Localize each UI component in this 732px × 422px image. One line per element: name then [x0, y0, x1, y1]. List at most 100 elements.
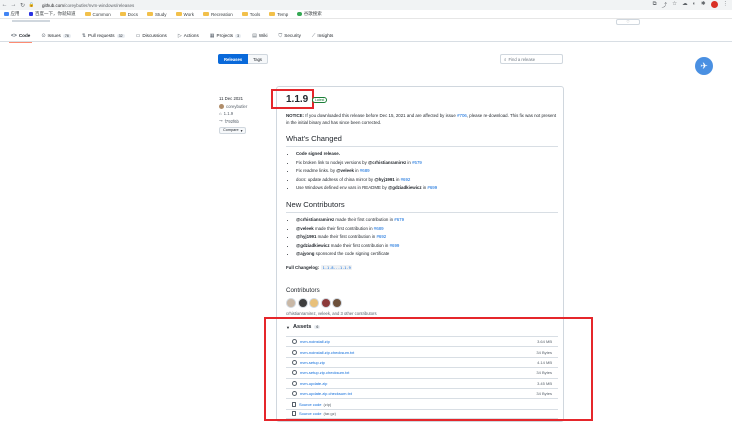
tab-security[interactable]: ⛉ Security	[279, 29, 301, 42]
user-link[interactable]: @crhistianramirez	[368, 160, 406, 165]
contributor-text: made their first contribution in	[316, 234, 377, 240]
full-changelog-link[interactable]: 1.1.8...1.1.9	[321, 265, 353, 270]
asset-link[interactable]: nvm-update.zip.checksum.txt	[300, 391, 352, 396]
package-icon	[292, 391, 297, 397]
asset-row: nvm-noinstall.zip 3.64 MB	[286, 336, 558, 346]
pr-link[interactable]: #692	[401, 177, 411, 182]
notice-issue-link[interactable]: #706	[457, 113, 467, 118]
bookmark-item[interactable]: Temp	[269, 12, 288, 17]
folder-icon	[147, 11, 154, 17]
asset-link[interactable]: nvm-noinstall.zip.checksum.txt	[300, 350, 354, 355]
assets-toggle[interactable]: ▼ Assets 6	[286, 324, 321, 330]
pr-link[interactable]: #679	[412, 160, 422, 165]
folder-icon	[202, 11, 209, 17]
apps-grid-icon	[4, 11, 9, 17]
tags-tab-button[interactable]: Tags	[248, 54, 269, 64]
tab-label: Insights	[317, 33, 334, 38]
user-link[interactable]: @ajyong	[296, 251, 314, 256]
contributor-avatar[interactable]	[320, 298, 331, 308]
asset-link[interactable]: Source code	[299, 402, 321, 407]
pr-link[interactable]: #689	[360, 168, 370, 173]
release-notice: NOTICE: If you downloaded this release b…	[286, 113, 558, 127]
bookmark-item[interactable]: Recreation	[202, 11, 233, 17]
pr-link[interactable]: #679	[394, 217, 404, 222]
user-link[interactable]: @hyj1991	[374, 177, 394, 182]
back-icon[interactable]: ←	[0, 2, 9, 8]
pr-link[interactable]: #692	[376, 234, 386, 239]
sponsor-button[interactable]: ♡	[616, 19, 640, 25]
asset-link[interactable]: Source code	[299, 411, 321, 416]
contributor-avatar[interactable]	[286, 298, 296, 308]
release-tag[interactable]: 1.1.9	[224, 111, 234, 116]
bookmark-item[interactable]: 百度一下，你就知道	[28, 11, 76, 17]
bookmark-item[interactable]: Study	[147, 12, 167, 17]
tab-pull-requests[interactable]: ⇅ Pull requests 32	[82, 29, 125, 42]
extension-icon[interactable]: ◐	[693, 1, 696, 9]
release-author[interactable]: coreybutler	[226, 104, 247, 109]
user-link[interactable]: @gdziadkiewicz	[388, 185, 422, 190]
bookmark-item[interactable]: 谷歌搜索	[297, 11, 322, 17]
asset-format[interactable]: (zip)	[323, 402, 331, 407]
chevron-down-icon: ▾	[240, 128, 243, 133]
extension-cloud-icon[interactable]: ☁	[682, 1, 688, 9]
contributor-avatar[interactable]	[297, 298, 308, 308]
new-contributors-list: @crhistianramirez made their first contr…	[296, 216, 404, 259]
release-date: 11 Dec 2021	[219, 96, 244, 101]
user-link[interactable]: @hyj1991	[296, 234, 316, 239]
tab-projects[interactable]: ▦ Projects 3	[210, 29, 242, 42]
url-field[interactable]: github.com/coreybutler/nvm-windows/relea…	[42, 3, 134, 8]
translate-icon[interactable]: ⧉	[653, 1, 657, 9]
asset-link[interactable]: nvm-setup.zip.checksum.txt	[300, 370, 349, 375]
bookmark-item[interactable]: Docs	[119, 12, 138, 17]
tab-count: 3	[235, 33, 242, 38]
pr-link[interactable]: #699	[390, 243, 400, 248]
asset-size: 34 Bytes	[536, 370, 552, 376]
caret-down-icon: ▼	[286, 324, 290, 330]
user-link[interactable]: @gdziadkiewicz	[296, 243, 330, 248]
bookmark-item[interactable]: 应用	[4, 11, 20, 17]
new-contributor-item: @hyj1991 made their first contribution i…	[296, 233, 404, 242]
browser-actions: ⧉ ⤴ ☆ ☁ ◐ ✱ ⋮	[653, 1, 728, 9]
tab-discussions[interactable]: ▭ Discussions	[136, 29, 167, 42]
find-release-input[interactable]: ⌕ Find a release	[500, 54, 563, 64]
contributor-avatar[interactable]	[309, 298, 319, 308]
forward-icon[interactable]: →	[9, 2, 18, 8]
compare-button[interactable]: Compare ▾	[219, 126, 246, 134]
asset-row: nvm-update.zip.checksum.txt 34 Bytes	[286, 387, 558, 398]
puzzle-icon[interactable]: ✱	[701, 1, 706, 9]
asset-link[interactable]: nvm-update.zip	[300, 381, 327, 386]
discussions-icon: ▭	[135, 32, 141, 39]
user-link[interactable]: @crhistianramirez	[296, 217, 334, 222]
share-icon[interactable]: ⤴	[662, 1, 668, 9]
floating-bird-extension-icon[interactable]: ✈	[695, 57, 713, 75]
asset-link[interactable]: nvm-noinstall.zip	[300, 339, 330, 344]
pr-link[interactable]: #699	[427, 185, 437, 190]
menu-icon[interactable]: ⋮	[723, 1, 729, 9]
asset-link[interactable]: nvm-setup.zip	[300, 360, 325, 365]
author-avatar[interactable]	[219, 103, 224, 109]
release-commit[interactable]: f792f6b	[225, 119, 239, 124]
full-changelog: Full Changelog: 1.1.8...1.1.9	[286, 265, 353, 270]
lock-icon[interactable]: 🔒	[27, 2, 36, 8]
issue-icon: ⊙	[41, 32, 46, 39]
tab-issues[interactable]: ⊙ Issues 78	[41, 29, 71, 42]
user-link[interactable]: @veleek	[336, 168, 354, 173]
pr-link[interactable]: #689	[374, 226, 384, 231]
bookmark-star-icon[interactable]: ☆	[672, 1, 677, 9]
bookmark-item[interactable]: Work	[175, 12, 194, 17]
asset-format[interactable]: (tar.gz)	[323, 411, 335, 416]
contributor-avatar[interactable]	[332, 298, 342, 308]
package-icon	[292, 359, 297, 365]
tab-actions[interactable]: ▷ Actions	[178, 29, 199, 42]
user-link[interactable]: @veleek	[296, 226, 314, 231]
bookmark-item[interactable]: Common	[84, 12, 111, 17]
bookmark-item[interactable]: Tools	[241, 12, 260, 17]
tab-insights[interactable]: ⟋ Insights	[312, 29, 333, 42]
release-title[interactable]: 1.1.9	[286, 94, 308, 105]
profile-avatar[interactable]	[710, 1, 718, 8]
tab-wiki[interactable]: ▤ Wiki	[252, 29, 267, 42]
tab-code[interactable]: <> Code	[8, 29, 33, 43]
reload-icon[interactable]: ↻	[18, 2, 27, 9]
tab-label: Projects	[216, 33, 234, 38]
releases-tab-button[interactable]: Releases	[218, 54, 249, 64]
